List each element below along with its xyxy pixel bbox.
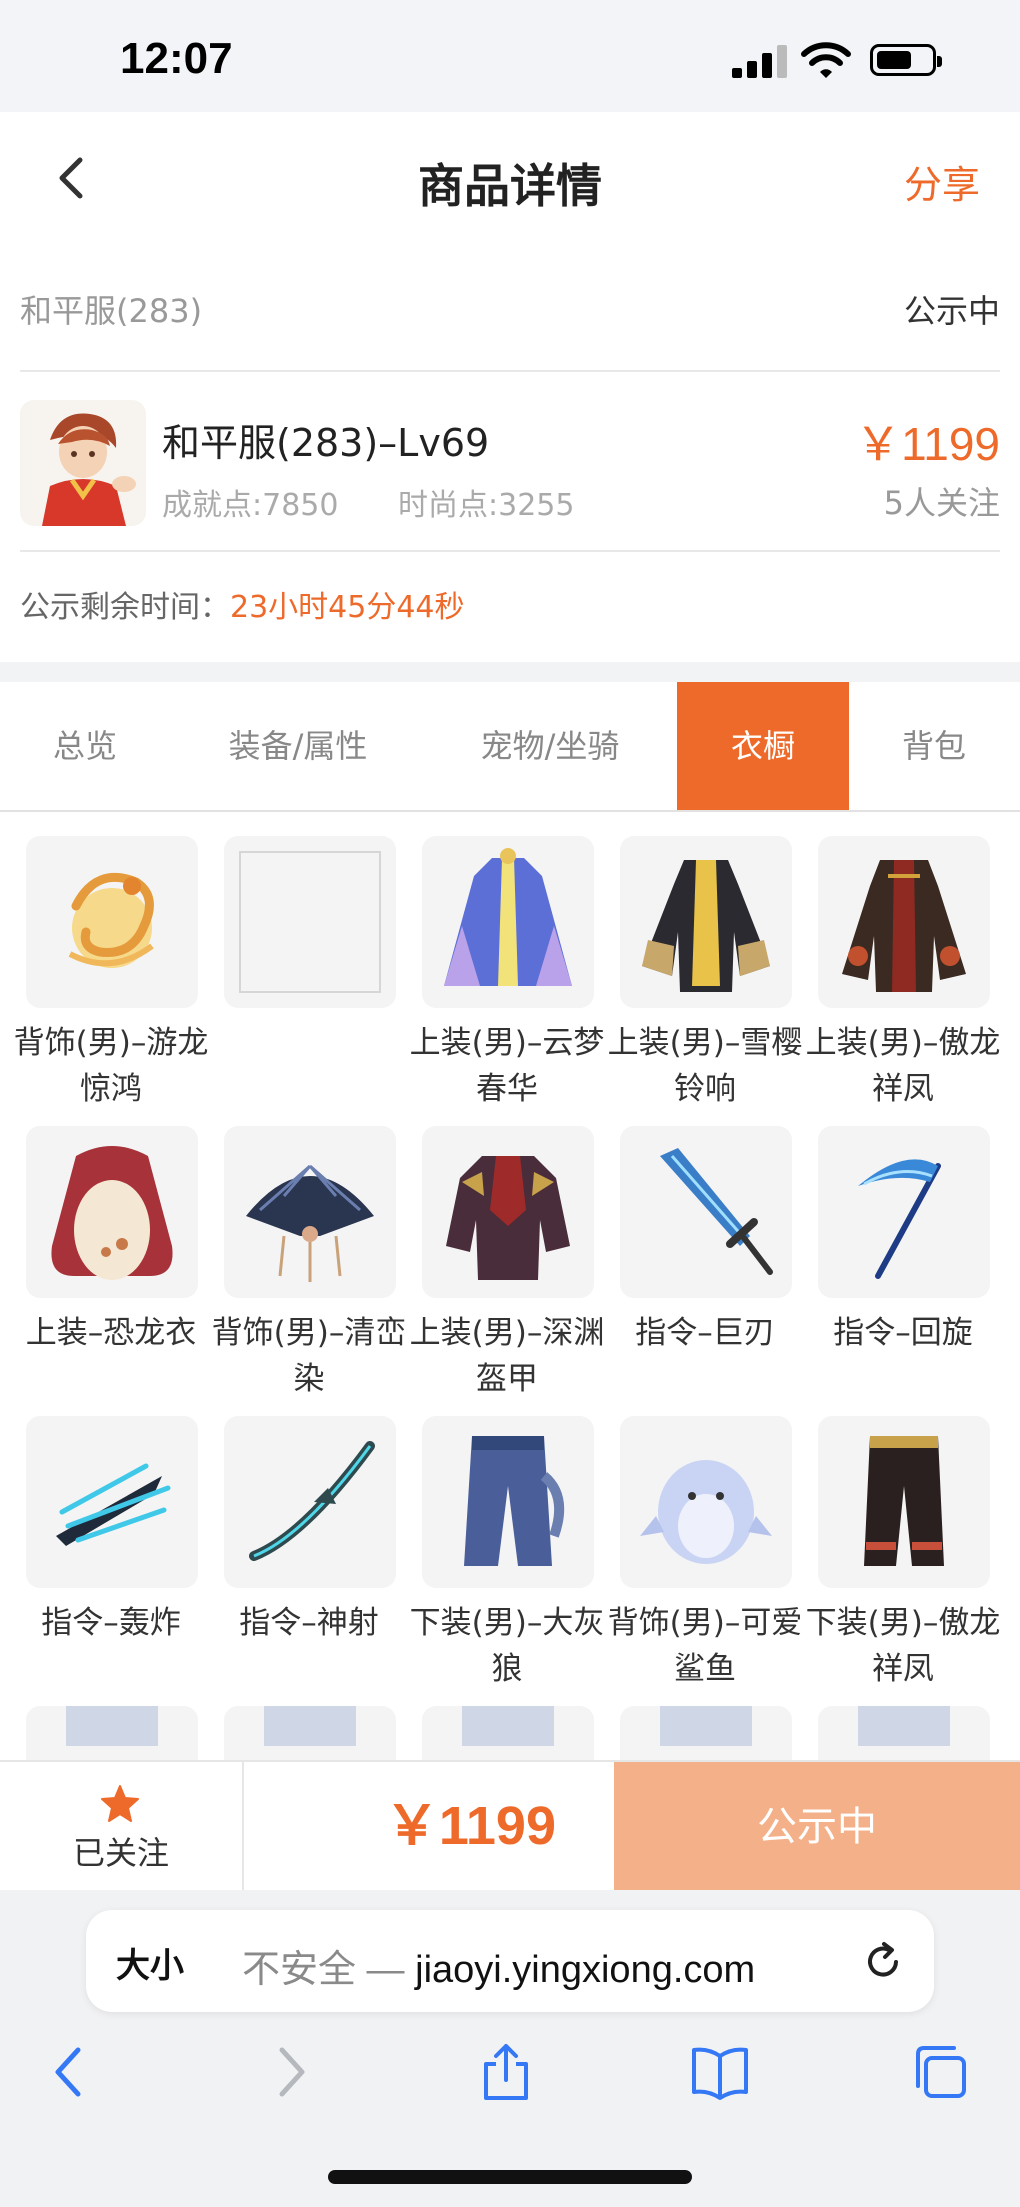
tab-wardrobe[interactable]: 衣橱 (677, 682, 849, 810)
sword-icon (620, 1126, 792, 1298)
achievement-points: 成就点:7850 (162, 488, 339, 523)
wardrobe-item-label: 背饰(男)–清峦染 (211, 1315, 407, 1397)
status-time: 12:07 (120, 34, 233, 83)
share-button[interactable]: 分享 (904, 154, 980, 209)
tab-pets-mounts[interactable]: 宠物/坐骑 (450, 682, 650, 810)
star-icon (101, 1785, 139, 1822)
browser-forward-icon[interactable] (260, 2042, 320, 2102)
wardrobe-item-label: 背饰(男)–可爱鲨鱼 (607, 1605, 803, 1687)
dark-robe-icon (818, 836, 990, 1008)
wardrobe-item-label: 背饰(男)–游龙惊鸿 (13, 1025, 209, 1107)
status-bar: 12:07 (0, 0, 1020, 112)
wardrobe-item-label: 上装(男)–云梦春华 (409, 1025, 605, 1107)
browser-back-icon[interactable] (40, 2042, 100, 2102)
status-text: 公示中 (903, 292, 1000, 330)
page-title: 商品详情 (418, 159, 602, 213)
follow-button[interactable]: 已关注 (0, 1762, 244, 1890)
product-row: 和平服(283)–Lv69 成就点:7850 时尚点:3255 ￥1199 5人… (20, 372, 1000, 552)
partial-item-icon (818, 1706, 990, 1760)
armor-icon (422, 1126, 594, 1298)
partial-item-icon (26, 1706, 198, 1760)
bow-icon (224, 1416, 396, 1588)
action-bar: 已关注 ￥1199 公示中 (0, 1760, 1020, 1892)
product-info-card: 和平服(283) 公示中 和平服(283)–Lv69 成就点:7850 时尚点:… (0, 244, 1020, 662)
partial-item-icon (224, 1706, 396, 1760)
wardrobe-item-label: 上装(男)–深渊盔甲 (409, 1315, 605, 1397)
wardrobe-item-label: 指令–巨刃 (635, 1315, 775, 1351)
wardrobe-item-label: 下装(男)–大灰狼 (409, 1605, 605, 1687)
tab-equipment[interactable]: 装备/属性 (200, 682, 396, 810)
wardrobe-item-label: 指令–神射 (239, 1605, 379, 1641)
bookmarks-icon[interactable] (690, 2042, 750, 2102)
page-header: 商品详情 分享 (0, 112, 1020, 244)
browser-toolbar: 大小 不安全 — jiaoyi.yingxiong.com (0, 1890, 1020, 2207)
address-bar[interactable]: 大小 不安全 — jiaoyi.yingxiong.com (86, 1910, 934, 2012)
wardrobe-item-label: 上装(男)–傲龙祥凤 (805, 1025, 1001, 1107)
product-name: 和平服(283)–Lv69 (162, 421, 490, 465)
reload-icon[interactable] (862, 1940, 904, 1982)
black-robe-icon (620, 836, 792, 1008)
share-sheet-icon[interactable] (476, 2042, 536, 2102)
blue-robe-icon (422, 836, 594, 1008)
wardrobe-item-label: 指令–轰炸 (41, 1605, 181, 1641)
bottom-price: ￥1199 (384, 1796, 556, 1856)
wardrobe-grid: 背饰(男)–游龙惊鸿 上装(男)–云梦春华 上装(男)–雪樱铃响 上装(男)–傲龙祥凤… (0, 812, 1020, 1760)
partial-item-icon (620, 1706, 792, 1760)
character-avatar (20, 400, 146, 526)
countdown-value: 23小时45分44秒 (230, 590, 465, 625)
wardrobe-item-label: 上装(男)–雪樱铃响 (607, 1025, 803, 1107)
follow-label: 已关注 (72, 1834, 169, 1872)
tab-backpack[interactable]: 背包 (872, 682, 996, 810)
url-text: jiaoyi.yingxiong.com (415, 1949, 756, 1991)
dinosaur-suit-icon (26, 1126, 198, 1298)
wolf-pants-icon (422, 1416, 594, 1588)
scythe-icon (818, 1126, 990, 1298)
home-indicator (328, 2170, 692, 2184)
insecure-label: 不安全 — (242, 1949, 416, 1991)
wardrobe-item-label: 上装–恐龙衣 (25, 1315, 197, 1351)
claw-icon (26, 1416, 198, 1588)
wifi-icon (801, 42, 851, 78)
url-display[interactable]: 不安全 — jiaoyi.yingxiong.com (242, 1938, 755, 1993)
tab-overview[interactable]: 总览 (0, 682, 170, 810)
tabs-icon[interactable] (910, 2042, 970, 2102)
cellular-signal-icon (732, 44, 788, 78)
server-name: 和平服(283) (20, 292, 203, 330)
battery-icon (870, 44, 942, 76)
wardrobe-item-label: 下装(男)–傲龙祥凤 (805, 1605, 1001, 1687)
fan-icon (224, 1126, 396, 1298)
partial-item-icon (422, 1706, 594, 1760)
shark-icon (620, 1416, 792, 1588)
server-row: 和平服(283) 公示中 (20, 244, 1000, 372)
golden-dragon-icon (26, 836, 198, 1008)
countdown-label: 公示剩余时间： (20, 590, 230, 625)
text-size-button[interactable]: 大小 (116, 1938, 184, 1987)
follower-count: 5人关注 (883, 484, 1000, 522)
buy-button[interactable]: 公示中 (614, 1762, 1020, 1892)
empty-slot-icon (224, 836, 396, 1008)
detail-tabs: 总览 装备/属性 宠物/坐骑 衣橱 背包 (0, 682, 1020, 812)
wardrobe-item-label: 指令–回旋 (833, 1315, 973, 1351)
countdown-row: 公示剩余时间：23小时45分44秒 (20, 582, 465, 626)
fashion-points: 时尚点:3255 (398, 488, 575, 523)
black-pants-icon (818, 1416, 990, 1588)
product-price: ￥1199 (855, 418, 1000, 470)
